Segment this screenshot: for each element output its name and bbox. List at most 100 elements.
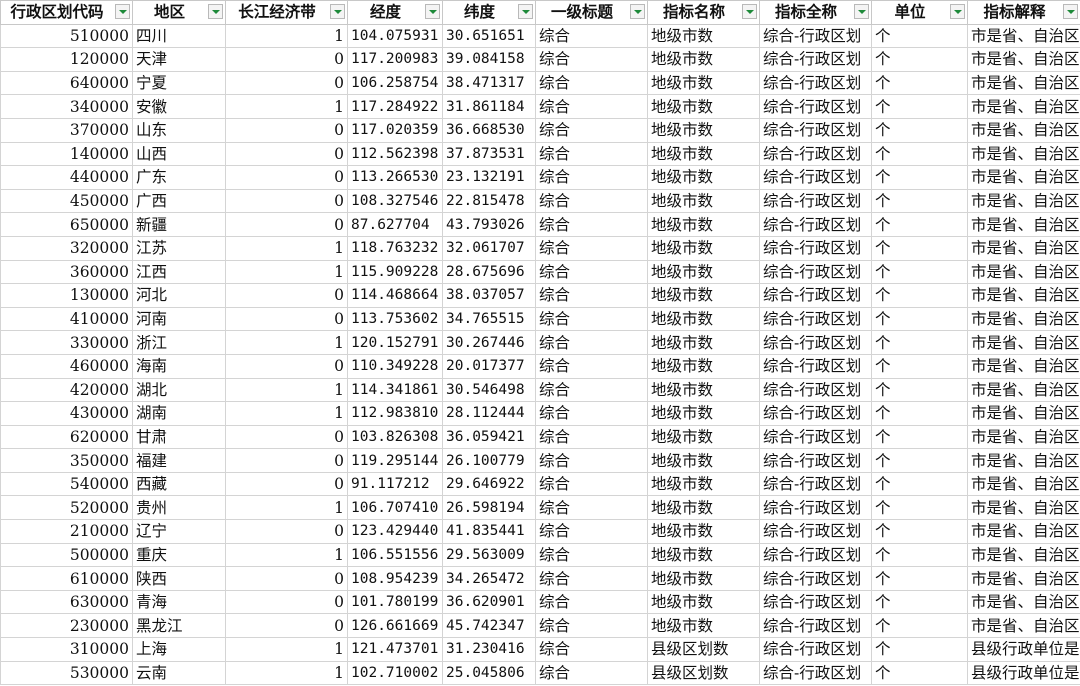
indicator-fullname-cell[interactable]: 综合-行政区划 [759,542,872,568]
column-header[interactable]: 指标解释 [967,0,1080,25]
code-cell[interactable]: 120000 [0,47,133,72]
indicator-description-cell[interactable]: 市是省、自治区 [967,165,1080,190]
indicator-name-cell[interactable]: 地级市数 [647,165,760,190]
yangtze-belt-cell[interactable]: 1 [225,259,348,285]
region-cell[interactable]: 福建 [132,448,226,473]
yangtze-belt-cell[interactable]: 0 [225,424,348,450]
column-header[interactable]: 一级标题 [535,0,648,25]
indicator-name-cell[interactable]: 地级市数 [647,47,760,72]
filter-dropdown-icon[interactable] [950,4,965,19]
code-cell[interactable]: 350000 [0,448,133,473]
yangtze-belt-cell[interactable]: 0 [225,117,348,143]
indicator-fullname-cell[interactable]: 综合-行政区划 [759,283,872,308]
indicator-name-cell[interactable]: 地级市数 [647,117,760,143]
longitude-cell[interactable]: 106.258754 [347,70,443,96]
yangtze-belt-cell[interactable]: 0 [225,165,348,190]
category-cell[interactable]: 综合 [535,424,648,450]
filter-dropdown-icon[interactable] [742,4,757,19]
indicator-description-cell[interactable]: 市是省、自治区 [967,117,1080,143]
unit-cell[interactable]: 个 [871,589,968,615]
latitude-cell[interactable]: 22.815478 [442,188,536,214]
yangtze-belt-cell[interactable]: 0 [225,306,348,332]
category-cell[interactable]: 综合 [535,660,648,686]
code-cell[interactable]: 610000 [0,566,133,591]
code-cell[interactable]: 520000 [0,495,133,521]
yangtze-belt-cell[interactable]: 1 [225,542,348,568]
indicator-description-cell[interactable]: 市是省、自治区 [967,589,1080,615]
indicator-description-cell[interactable]: 市是省、自治区 [967,330,1080,355]
indicator-fullname-cell[interactable]: 综合-行政区划 [759,141,872,167]
code-cell[interactable]: 340000 [0,94,133,119]
yangtze-belt-cell[interactable]: 1 [225,637,348,662]
column-header[interactable]: 指标名称 [647,0,760,25]
unit-cell[interactable]: 个 [871,542,968,568]
yangtze-belt-cell[interactable]: 0 [225,613,348,639]
latitude-cell[interactable]: 31.230416 [442,637,536,662]
indicator-name-cell[interactable]: 县级区划数 [647,660,760,686]
yangtze-belt-cell[interactable]: 0 [225,212,348,237]
longitude-cell[interactable]: 103.826308 [347,424,443,450]
latitude-cell[interactable]: 23.132191 [442,165,536,190]
longitude-cell[interactable]: 117.200983 [347,47,443,72]
indicator-name-cell[interactable]: 地级市数 [647,330,760,355]
unit-cell[interactable]: 个 [871,235,968,261]
indicator-description-cell[interactable]: 市是省、自治区 [967,353,1080,379]
indicator-fullname-cell[interactable]: 综合-行政区划 [759,165,872,190]
longitude-cell[interactable]: 121.473701 [347,637,443,662]
longitude-cell[interactable]: 104.075931 [347,23,443,49]
yangtze-belt-cell[interactable]: 0 [225,448,348,473]
yangtze-belt-cell[interactable]: 0 [225,471,348,497]
yangtze-belt-cell[interactable]: 1 [225,401,348,426]
category-cell[interactable]: 综合 [535,23,648,49]
yangtze-belt-cell[interactable]: 0 [225,353,348,379]
region-cell[interactable]: 上海 [132,637,226,662]
filter-dropdown-icon[interactable] [208,4,223,19]
column-header[interactable]: 指标全称 [759,0,872,25]
indicator-name-cell[interactable]: 地级市数 [647,424,760,450]
code-cell[interactable]: 320000 [0,235,133,261]
longitude-cell[interactable]: 101.780199 [347,589,443,615]
indicator-name-cell[interactable]: 地级市数 [647,448,760,473]
indicator-fullname-cell[interactable]: 综合-行政区划 [759,519,872,544]
region-cell[interactable]: 湖北 [132,377,226,403]
indicator-description-cell[interactable]: 市是省、自治区 [967,495,1080,521]
category-cell[interactable]: 综合 [535,542,648,568]
category-cell[interactable]: 综合 [535,141,648,167]
indicator-name-cell[interactable]: 地级市数 [647,353,760,379]
code-cell[interactable]: 230000 [0,613,133,639]
column-header[interactable]: 单位 [871,0,968,25]
code-cell[interactable]: 140000 [0,141,133,167]
region-cell[interactable]: 山西 [132,141,226,167]
unit-cell[interactable]: 个 [871,424,968,450]
longitude-cell[interactable]: 110.349228 [347,353,443,379]
category-cell[interactable]: 综合 [535,47,648,72]
indicator-description-cell[interactable]: 市是省、自治区 [967,471,1080,497]
unit-cell[interactable]: 个 [871,23,968,49]
column-header[interactable]: 经度 [347,0,443,25]
indicator-name-cell[interactable]: 地级市数 [647,471,760,497]
indicator-description-cell[interactable]: 市是省、自治区 [967,283,1080,308]
indicator-fullname-cell[interactable]: 综合-行政区划 [759,94,872,119]
longitude-cell[interactable]: 112.983810 [347,401,443,426]
category-cell[interactable]: 综合 [535,283,648,308]
region-cell[interactable]: 重庆 [132,542,226,568]
region-cell[interactable]: 四川 [132,23,226,49]
filter-dropdown-icon[interactable] [425,4,440,19]
code-cell[interactable]: 540000 [0,471,133,497]
indicator-name-cell[interactable]: 地级市数 [647,377,760,403]
indicator-description-cell[interactable]: 市是省、自治区 [967,141,1080,167]
region-cell[interactable]: 河北 [132,283,226,308]
region-cell[interactable]: 安徽 [132,94,226,119]
indicator-fullname-cell[interactable]: 综合-行政区划 [759,235,872,261]
indicator-fullname-cell[interactable]: 综合-行政区划 [759,212,872,237]
latitude-cell[interactable]: 30.651651 [442,23,536,49]
longitude-cell[interactable]: 106.707410 [347,495,443,521]
indicator-name-cell[interactable]: 县级区划数 [647,637,760,662]
yangtze-belt-cell[interactable]: 0 [225,566,348,591]
latitude-cell[interactable]: 45.742347 [442,613,536,639]
indicator-fullname-cell[interactable]: 综合-行政区划 [759,259,872,285]
longitude-cell[interactable]: 106.551556 [347,542,443,568]
indicator-name-cell[interactable]: 地级市数 [647,70,760,96]
latitude-cell[interactable]: 25.045806 [442,660,536,686]
indicator-description-cell[interactable]: 市是省、自治区 [967,519,1080,544]
